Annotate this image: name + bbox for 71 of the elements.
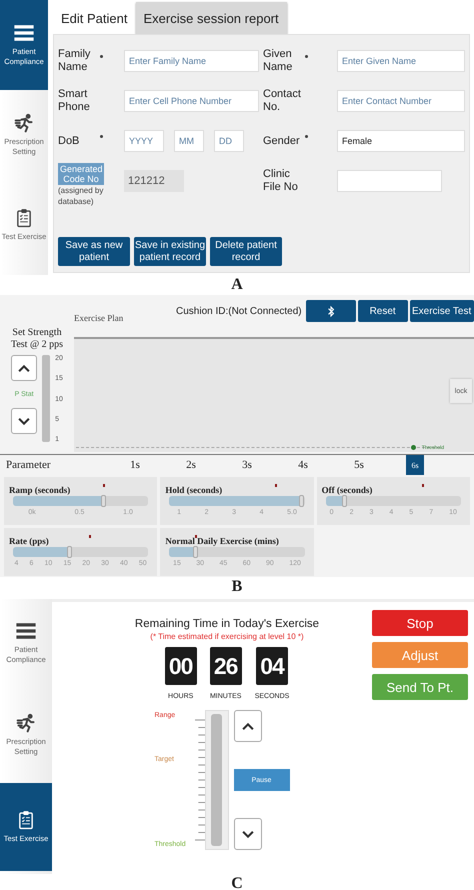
field-label: Clinic File No [263,168,299,194]
runner-icon [13,113,35,133]
chevron-down-icon [17,416,32,426]
time-step-tab[interactable]: 1s [126,455,144,476]
slider-thumb[interactable] [298,495,304,507]
menu-icon [13,23,35,43]
timer-title: Remaining Time in Today's Exercise [134,618,320,630]
chevron-up-icon [240,722,254,730]
countdown-digits: 00 [164,647,197,685]
slider-thumb[interactable] [100,495,106,507]
chevron-up-icon [17,364,32,373]
slider-thumb[interactable] [66,546,72,558]
tab[interactable]: Edit Patient [53,2,136,34]
tab[interactable]: Exercise session report [136,2,287,34]
field-label: Contact No. [263,88,302,114]
plan-title: Exercise Plan [74,313,124,324]
field-label: Smart Phone [58,88,91,114]
time-step-tab[interactable]: 3s [238,455,256,476]
field-label: Family Name [58,48,92,74]
slider-title: Ramp (seconds) [9,485,70,495]
action-button[interactable]: Stop [372,610,468,636]
down-button[interactable] [234,818,262,850]
strength-title: Set Strength Test @ 2 pps [10,327,64,352]
date-field[interactable]: YYYY [124,130,164,152]
time-step-tab[interactable]: 5s [350,455,368,476]
panel-caption: A [230,275,244,295]
bluetooth-button[interactable] [306,300,356,322]
down-button[interactable] [11,408,38,434]
runner-icon [15,713,37,733]
action-button[interactable]: Delete patient record [210,237,282,266]
input-field[interactable] [337,170,442,192]
chevron-down-icon [240,830,254,838]
up-button[interactable] [11,355,38,382]
action-button[interactable]: Save in existing patient record [134,237,206,266]
input-field[interactable]: Enter Contact Number [337,90,465,112]
countdown-digits: 26 [210,647,242,685]
timer-note: (* Time estimated if exercising at level 10 *) [150,632,304,641]
threshold-dot [411,444,416,450]
code-field[interactable]: 121212 [124,170,184,192]
time-step-tab[interactable]: 2s [182,455,200,476]
input-field[interactable]: Enter Cell Phone Number [124,90,259,112]
bluetooth-icon [326,304,335,318]
panel-caption: C [230,874,244,890]
parameter-label: Parameter [6,459,52,472]
time-step-tab[interactable]: 6s [406,455,424,476]
connection-status: Cushion ID:(Not Connected) [176,306,302,317]
field-label: Gender [263,134,301,148]
header-button[interactable]: Reset [358,300,408,322]
vertical-slider[interactable] [204,710,228,850]
panel-caption: B [230,577,244,597]
field-label: Given Name [263,48,294,74]
action-button[interactable]: Save as new patient [58,237,130,266]
slider-thumb[interactable] [193,546,198,558]
menu-icon [15,621,37,641]
slider-title: Rate (pps) [9,536,49,546]
date-field[interactable]: MM [174,130,204,152]
slider-title: Off (seconds) [322,485,372,495]
slider-title: Hold (seconds) [165,485,222,495]
code-label: Generated Code No [58,163,104,185]
input-field[interactable]: Female [337,130,465,152]
input-field[interactable]: Enter Given Name [337,50,465,72]
header-button[interactable]: Exercise Test [410,300,474,322]
input-field[interactable]: Enter Family Name [124,50,259,72]
slider-title: Normal Daily Exercise (mins) [165,536,279,546]
countdown-digits: 04 [256,647,288,685]
up-button[interactable] [234,710,262,742]
slider-thumb[interactable] [342,495,347,507]
field-label: DoB [58,134,80,148]
time-step-tab[interactable]: 4s [294,455,312,476]
field-note: (assigned by database) [58,185,104,207]
date-field[interactable]: DD [214,130,244,152]
